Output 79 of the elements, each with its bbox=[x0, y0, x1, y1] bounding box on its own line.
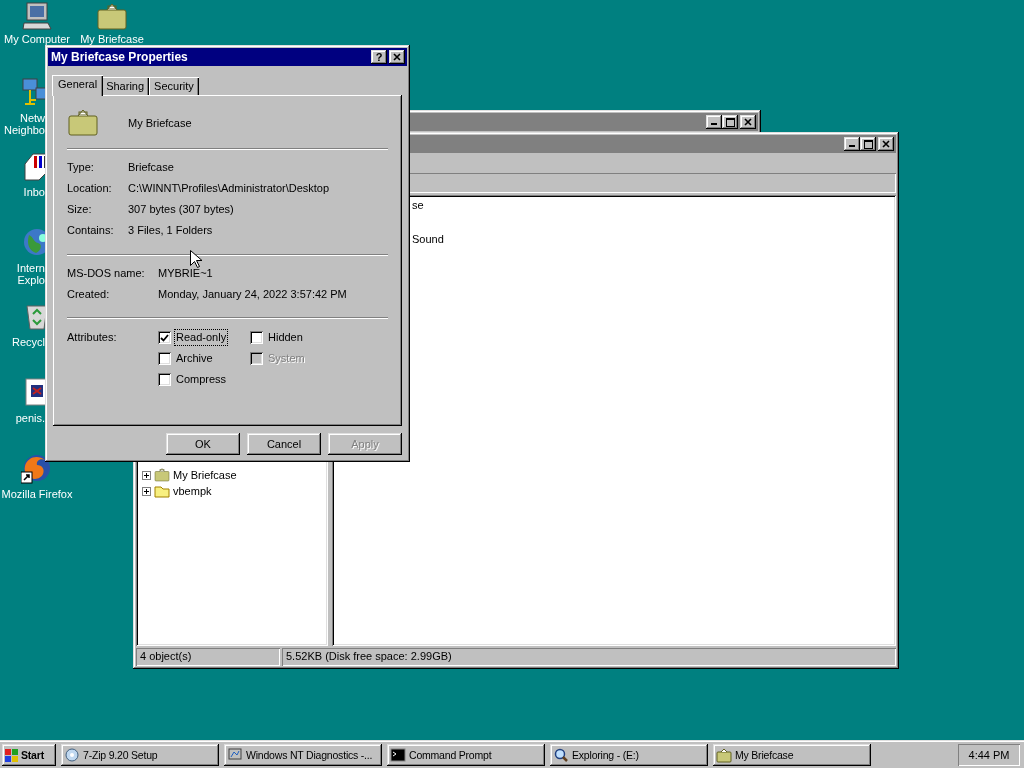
briefcase-icon[interactable] bbox=[96, 1, 128, 33]
folder-icon bbox=[154, 483, 170, 499]
field-label: Contains: bbox=[67, 224, 115, 237]
file-name[interactable]: se bbox=[412, 199, 896, 216]
disc-icon bbox=[64, 747, 80, 763]
icon-label: Mozilla Firefox bbox=[0, 488, 74, 500]
close-button[interactable] bbox=[740, 115, 756, 129]
checkbox[interactable] bbox=[158, 331, 171, 344]
taskbar-button[interactable]: Command Prompt bbox=[387, 744, 545, 766]
field-value: Briefcase bbox=[128, 161, 174, 174]
maximize-icon bbox=[863, 139, 873, 149]
file-name[interactable]: Sound bbox=[412, 233, 896, 250]
maximize-button[interactable] bbox=[860, 137, 876, 151]
field-label: Attributes: bbox=[67, 331, 118, 345]
tab[interactable]: General bbox=[52, 75, 104, 96]
start-button[interactable]: Start bbox=[2, 744, 56, 766]
icon-label: My Computer bbox=[3, 33, 71, 45]
status-bar-panel: 4 object(s) bbox=[136, 648, 280, 666]
briefcase-icon bbox=[716, 747, 732, 763]
icon-label: Intern bbox=[15, 262, 45, 274]
expand-toggle[interactable] bbox=[142, 486, 151, 496]
taskbar-button[interactable]: 7-Zip 9.20 Setup bbox=[61, 744, 219, 766]
close-icon bbox=[393, 53, 401, 61]
field-label: MS-DOS name: bbox=[67, 267, 146, 280]
field-value: Monday, January 24, 2022 3:57:42 PM bbox=[158, 288, 347, 301]
firefox-icon[interactable] bbox=[21, 452, 53, 484]
taskbar-button[interactable]: Windows NT Diagnostics -... bbox=[224, 744, 382, 766]
field-value: MYBRIE~1 bbox=[158, 267, 213, 280]
field-label: Created: bbox=[67, 288, 111, 301]
dialog-button[interactable]: OK bbox=[166, 433, 240, 455]
console-icon bbox=[390, 747, 406, 763]
field-label: Size: bbox=[67, 203, 93, 216]
checkbox-label[interactable]: Archive bbox=[176, 352, 213, 365]
magnifier-icon bbox=[553, 747, 569, 763]
close-icon bbox=[744, 118, 752, 126]
briefcase-icon bbox=[154, 467, 170, 483]
icon-label: Netw bbox=[18, 112, 45, 124]
minimize-button[interactable] bbox=[706, 115, 722, 129]
minimize-button[interactable] bbox=[844, 137, 860, 151]
help-button[interactable]: ? bbox=[371, 50, 387, 64]
expand-toggle[interactable] bbox=[142, 470, 151, 480]
status-bar-panel: 5.52KB (Disk free space: 2.99GB) bbox=[282, 648, 896, 666]
maximize-icon bbox=[725, 117, 735, 127]
field-value: C:\WINNT\Profiles\Administrator\Desktop bbox=[128, 182, 330, 195]
window-title: My Briefcase Properties bbox=[50, 50, 189, 64]
checkbox-label[interactable]: Compress bbox=[176, 373, 227, 386]
icon-label: Inbo bbox=[22, 186, 45, 198]
icon-label: Neighbo bbox=[3, 124, 45, 136]
close-icon bbox=[882, 140, 890, 148]
taskbar-button[interactable]: My Briefcase bbox=[713, 744, 871, 766]
checkbox-label[interactable]: Hidden bbox=[268, 331, 303, 344]
close-button[interactable] bbox=[878, 137, 894, 151]
icon-label: Recycl bbox=[11, 336, 45, 348]
icon-label: My Briefcase bbox=[79, 33, 145, 45]
briefcase-icon bbox=[67, 107, 99, 139]
tree-item-label[interactable]: vbempk bbox=[173, 484, 212, 498]
windows-logo-icon bbox=[4, 747, 19, 763]
checkbox[interactable] bbox=[158, 352, 171, 365]
monitor-icon bbox=[227, 747, 243, 763]
close-button[interactable] bbox=[389, 50, 405, 64]
icon-label: Explo bbox=[16, 274, 45, 286]
icon-label: penis. bbox=[14, 412, 45, 424]
checkbox[interactable] bbox=[250, 331, 263, 344]
clock: 4:44 PM bbox=[958, 744, 1020, 766]
checkbox-label[interactable]: Read-only bbox=[176, 331, 227, 344]
tree-item-label[interactable]: My Briefcase bbox=[173, 468, 237, 482]
field-value: 3 Files, 1 Folders bbox=[128, 224, 213, 237]
taskbar-button[interactable]: Exploring - (E:) bbox=[550, 744, 708, 766]
tab[interactable]: Sharing bbox=[101, 77, 150, 95]
cursor-icon bbox=[190, 250, 204, 269]
computer-icon[interactable] bbox=[21, 1, 53, 33]
maximize-button[interactable] bbox=[722, 115, 738, 129]
item-name: My Briefcase bbox=[128, 116, 192, 130]
tab[interactable]: Security bbox=[149, 77, 199, 95]
checkbox[interactable] bbox=[158, 373, 171, 386]
field-value: 307 bytes (307 bytes) bbox=[128, 203, 234, 216]
dialog-button[interactable]: Cancel bbox=[247, 433, 321, 455]
field-label: Type: bbox=[67, 161, 95, 174]
field-label: Location: bbox=[67, 182, 113, 195]
